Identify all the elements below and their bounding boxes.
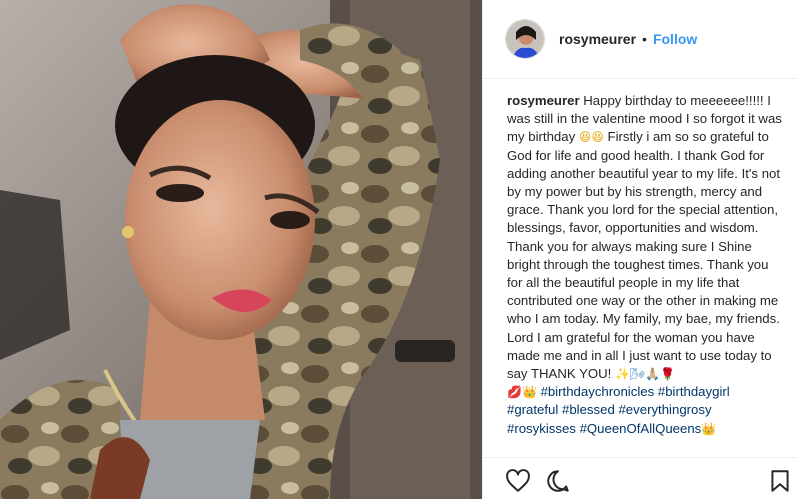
follow-button[interactable]: Follow: [653, 31, 697, 47]
laughing-emoji: 😆😆: [578, 130, 604, 145]
hashtag-link[interactable]: #birthdaychronicles: [541, 384, 655, 399]
post-photo[interactable]: [0, 0, 482, 499]
heart-icon[interactable]: [505, 468, 531, 494]
hashtag-link[interactable]: #QueenOfAllQueens: [580, 421, 702, 436]
sparkle-emoji-group: ✨🌬🙏🏼🌹: [614, 367, 676, 382]
post-caption: rosymeurer Happy birthday to meeeeee!!!!…: [507, 92, 782, 438]
selfie-image: [0, 0, 482, 499]
avatar[interactable]: [505, 19, 545, 59]
username-link[interactable]: rosymeurer: [559, 31, 636, 47]
comment-icon[interactable]: [545, 468, 571, 494]
caption-text-part2: Firstly i am so so grateful to God for l…: [507, 129, 781, 382]
hashtag-link[interactable]: #grateful: [507, 402, 558, 417]
kiss-crown-emoji: 💋👑: [507, 385, 537, 400]
separator-dot: •: [642, 31, 647, 47]
post-details: rosymeurer • Follow rosymeurer Happy bir…: [482, 0, 797, 499]
hashtag-link[interactable]: #everythingrosy: [618, 402, 711, 417]
post-actions: [483, 457, 797, 499]
hashtag-link[interactable]: #birthdaygirl: [658, 384, 730, 399]
hashtag-link[interactable]: #blessed: [562, 402, 615, 417]
crown-emoji: 👑: [701, 421, 717, 436]
post-header: rosymeurer • Follow: [483, 0, 797, 79]
caption-username-link[interactable]: rosymeurer: [507, 93, 580, 108]
hashtag-link[interactable]: #rosykisses: [507, 421, 576, 436]
bookmark-icon[interactable]: [767, 468, 793, 494]
